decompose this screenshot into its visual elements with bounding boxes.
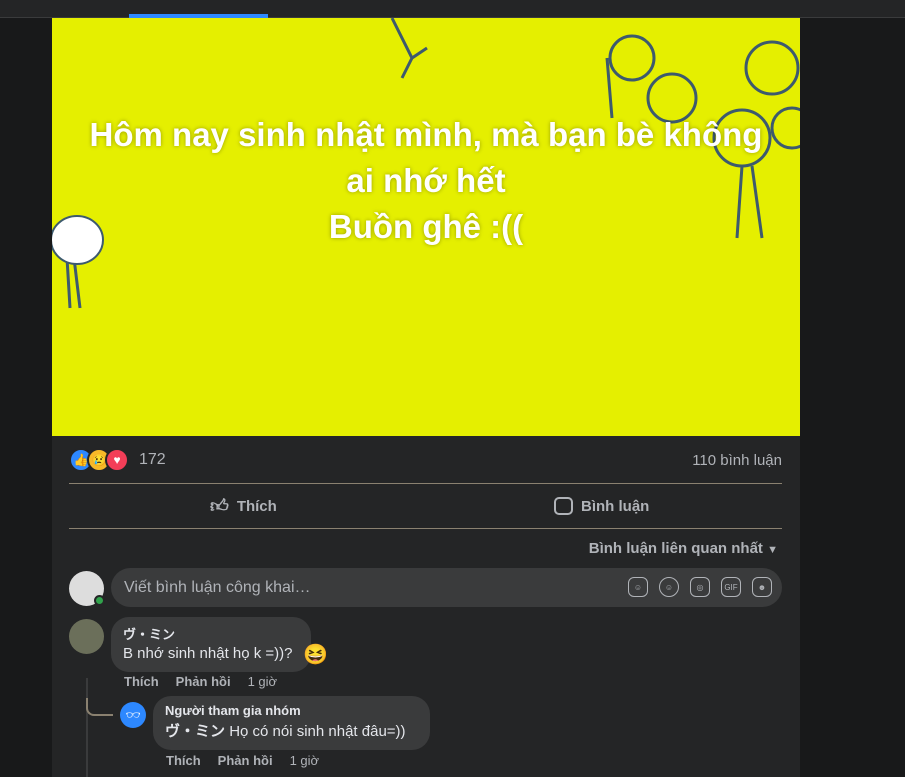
online-status-dot [94,595,105,606]
love-reaction-icon: ♥ [105,448,129,472]
post-media[interactable]: Hôm nay sinh nhật mình, mà bạn bè không … [52,18,800,436]
reply-author: Người tham gia nhóm [165,703,301,718]
speech-bubble-icon [554,497,573,515]
like-button[interactable]: 👍︎ Thích [210,488,277,524]
sticker-icon[interactable]: ☻ [752,577,772,597]
anonymous-member-icon: 👓︎ [120,702,146,728]
top-nav-bar [0,0,905,18]
emoji-icon[interactable]: ☺ [659,577,679,597]
divider [69,528,782,529]
reply-reply-link[interactable]: Phản hồi [218,753,273,768]
comment-actions: Thích Phản hồi 1 giờ [124,674,277,689]
like-label: Thích [236,497,277,515]
caption-line: ai nhớ hết [346,162,506,199]
caption-line: Hôm nay sinh nhật mình, mà bạn bè không [89,116,763,153]
comment-reply-link[interactable]: Phản hồi [176,674,231,689]
comment-input[interactable]: Viết bình luận công khai… ☺ ☺ ◎ GIF ☻ [111,568,782,607]
camera-icon[interactable]: ◎ [690,577,710,597]
comment-author[interactable]: ヴ・ミン [123,624,299,643]
comment-placeholder: Viết bình luận công khai… [124,579,311,596]
reply-time[interactable]: 1 giờ [290,753,320,768]
comment-label: Bình luận [581,497,650,515]
mention-link[interactable]: ヴ・ミン [165,723,225,740]
reply-like-link[interactable]: Thích [166,753,201,768]
reply-text: Họ có nói sinh nhật đâu=)) [229,723,406,740]
caret-down-icon: ▼ [767,544,778,556]
comment-count[interactable]: 110 bình luận [692,452,782,469]
thread-line [86,678,88,777]
thumbs-up-icon: 👍︎ [210,496,229,516]
reply-connector [86,698,113,716]
reaction-count[interactable]: 172 [139,451,166,469]
comment-button[interactable]: Bình luận [554,488,649,524]
caption-line: Buồn ghê :(( [328,208,524,245]
reply-bubble: Người tham gia nhóm ヴ・ミン Họ có nói sinh … [153,696,430,750]
post-card: Hôm nay sinh nhật mình, mà bạn bè không … [52,18,800,777]
laughing-emoji: 😆 [303,644,328,666]
sort-label: Bình luận liên quan nhất [588,540,763,557]
post-caption: Hôm nay sinh nhật mình, mà bạn bè không … [72,112,780,250]
divider [69,483,782,484]
comment-text: B nhớ sinh nhật họ k =))? [123,645,293,662]
reactions[interactable]: 👍 😢 ♥ [69,448,129,472]
comment-bubble: ヴ・ミン B nhớ sinh nhật họ k =))? [111,617,311,672]
avatar-sticker-icon[interactable]: ☺ [628,577,648,597]
reply-actions: Thích Phản hồi 1 giờ [166,753,319,768]
comment-time[interactable]: 1 giờ [248,674,278,689]
post-stats: 👍 😢 ♥ 172 110 bình luận [69,448,782,478]
comment-like-link[interactable]: Thích [124,674,159,689]
commenter-avatar[interactable] [69,619,104,654]
comment-sort-dropdown[interactable]: Bình luận liên quan nhất ▼ [589,540,778,557]
gif-icon[interactable]: GIF [721,577,741,597]
